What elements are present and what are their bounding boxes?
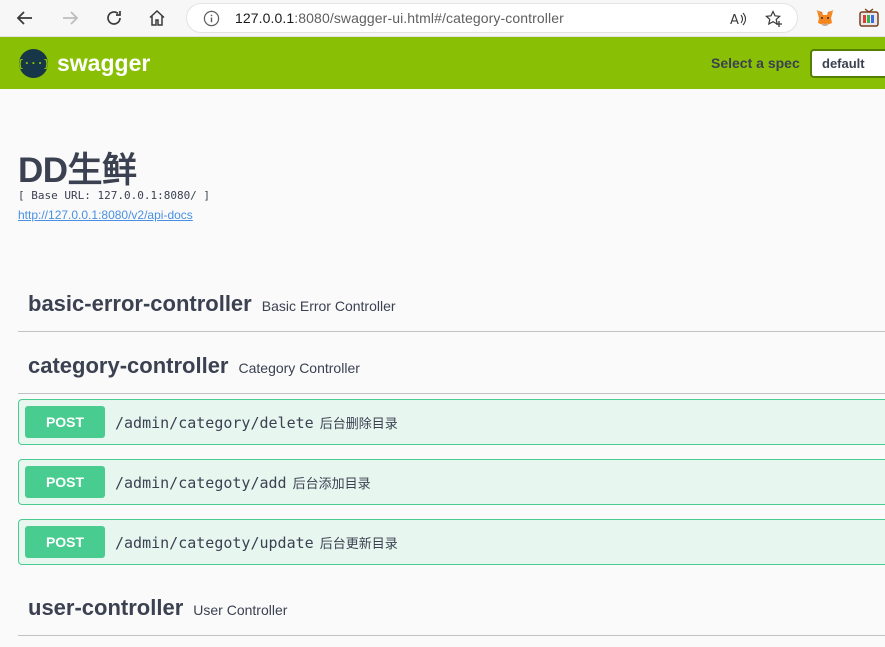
metamask-fox-icon[interactable] <box>814 7 836 29</box>
spec-select-label: Select a spec <box>711 55 800 71</box>
operation-path: /admin/category/delete 后台删除目录 <box>115 413 398 432</box>
tag-title: basic-error-controller <box>28 291 252 316</box>
forward-button[interactable] <box>58 6 82 30</box>
method-badge: POST <box>25 406 105 438</box>
url-path: :8080/swagger-ui.html#/category-controll… <box>294 10 564 26</box>
api-docs-link[interactable]: http://127.0.0.1:8080/v2/api-docs <box>18 208 193 222</box>
operation-path-text: /admin/categoty/update <box>115 534 314 552</box>
tag-description: Basic Error Controller <box>261 298 396 314</box>
tag-description: User Controller <box>193 602 288 618</box>
tag-title: user-controller <box>28 595 184 620</box>
operation-summary: 后台删除目录 <box>319 416 398 431</box>
tag-name: user-controller User Controller <box>28 595 287 621</box>
tag-description: Category Controller <box>238 360 360 376</box>
svg-text:A: A <box>730 13 739 28</box>
home-button[interactable] <box>145 6 169 30</box>
operation-summary: 后台添加目录 <box>292 476 371 491</box>
spec-select-dropdown[interactable]: default <box>810 49 885 78</box>
tag-user-controller[interactable]: user-controller User Controller <box>18 574 885 636</box>
tv-extension-icon[interactable] <box>858 7 880 29</box>
add-favorite-icon[interactable] <box>765 10 783 28</box>
swagger-logo-text[interactable]: swagger <box>57 50 150 77</box>
tag-basic-error-controller[interactable]: basic-error-controller Basic Error Contro… <box>18 270 885 332</box>
tag-name: category-controller Category Controller <box>28 353 360 379</box>
method-badge: POST <box>25 466 105 498</box>
method-badge: POST <box>25 526 105 558</box>
address-bar[interactable]: 127.0.0.1:8080/swagger-ui.html#/category… <box>186 3 798 33</box>
operation-path: /admin/categoty/update 后台更新目录 <box>115 533 398 552</box>
refresh-icon <box>107 11 121 25</box>
tag-title: category-controller <box>28 353 229 378</box>
url-host: 127.0.0.1 <box>235 10 295 26</box>
tag-category-controller[interactable]: category-controller Category Controller <box>18 332 885 394</box>
operation-path-text: /admin/categoty/add <box>115 474 287 492</box>
operation-post-delete[interactable]: POST /admin/category/delete 后台删除目录 <box>18 399 885 445</box>
back-arrow-icon <box>16 11 32 25</box>
base-url: [ Base URL: 127.0.0.1:8080/ ] <box>18 189 211 202</box>
read-aloud-icon[interactable]: A <box>729 10 747 28</box>
browser-toolbar: 127.0.0.1:8080/swagger-ui.html#/category… <box>0 0 885 37</box>
operation-path-text: /admin/category/delete <box>115 414 314 432</box>
swagger-logo-icon[interactable]: {···} <box>17 49 50 78</box>
operation-post-update[interactable]: POST /admin/categoty/update 后台更新目录 <box>18 519 885 565</box>
swagger-topbar: {···} swagger Select a spec default <box>0 37 885 89</box>
refresh-button[interactable] <box>102 6 126 30</box>
url-text[interactable]: 127.0.0.1:8080/swagger-ui.html#/category… <box>235 10 564 26</box>
home-icon <box>149 9 165 26</box>
api-title: DD生鲜 <box>18 151 137 190</box>
tag-name: basic-error-controller Basic Error Contro… <box>28 291 396 317</box>
operation-summary: 后台更新目录 <box>319 536 398 551</box>
operation-path: /admin/categoty/add 后台添加目录 <box>115 473 371 492</box>
forward-arrow-icon <box>63 11 79 25</box>
operation-post-add[interactable]: POST /admin/categoty/add 后台添加目录 <box>18 459 885 505</box>
info-icon[interactable] <box>203 10 220 27</box>
back-button[interactable] <box>13 6 37 30</box>
